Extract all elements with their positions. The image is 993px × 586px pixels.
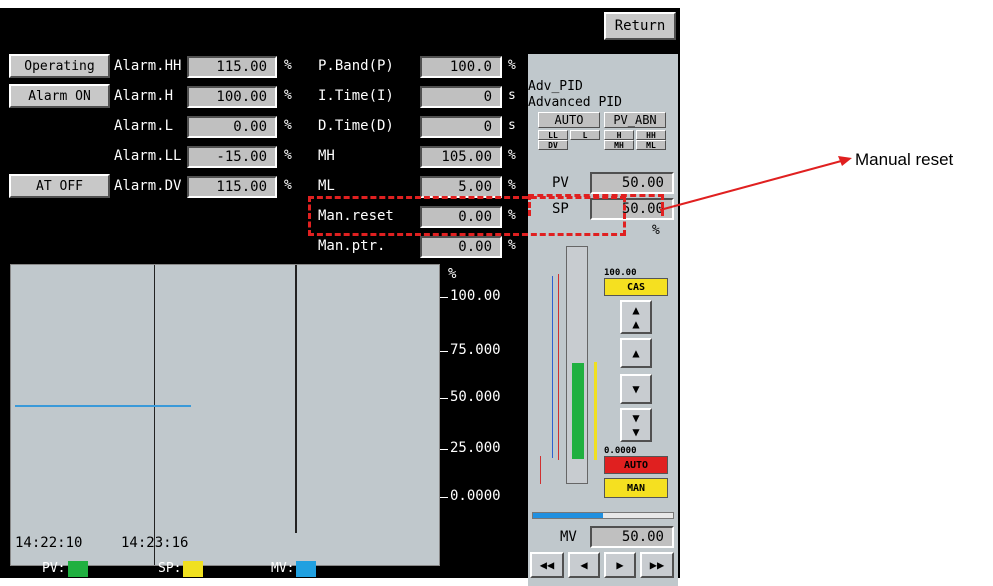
annotation-label: Manual reset [855, 150, 954, 169]
annotation-arrow [659, 156, 852, 211]
